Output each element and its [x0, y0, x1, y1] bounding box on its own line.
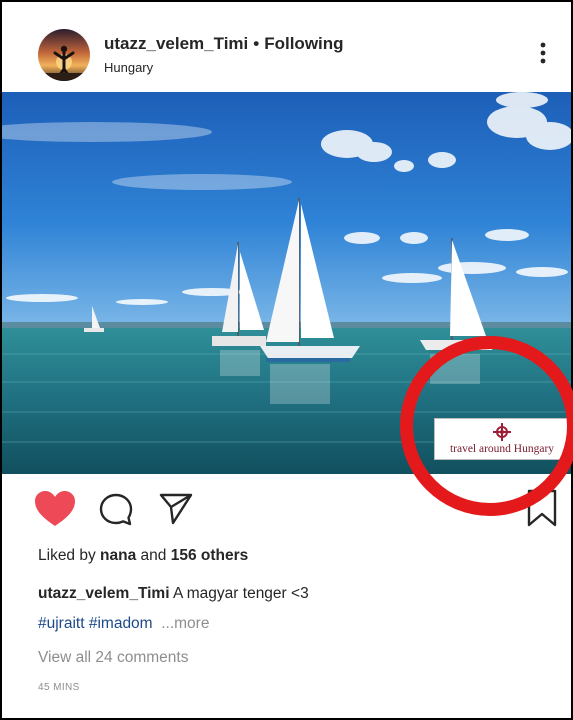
post-header: utazz_velem_Timi • Following Hungary: [2, 2, 571, 92]
more-caption-link[interactable]: ...more: [161, 615, 209, 632]
view-comments-link[interactable]: View all 24 comments: [38, 649, 188, 667]
likes-summary: Liked by nana and 156 others: [38, 547, 248, 565]
watermark-logo: travel around Hungary: [434, 418, 570, 460]
liked-prefix: Liked by: [38, 547, 96, 564]
bookmark-icon[interactable]: [526, 488, 558, 528]
sailboat-photo: [2, 92, 571, 474]
avatar[interactable]: [38, 29, 90, 81]
caption-author[interactable]: utazz_velem_Timi: [38, 585, 170, 602]
post-author-line: utazz_velem_Timi • Following: [104, 34, 344, 54]
post-caption: utazz_velem_Timi A magyar tenger <3: [38, 585, 309, 603]
send-icon[interactable]: [158, 490, 194, 526]
post-location[interactable]: Hungary: [104, 60, 153, 75]
separator-dot: •: [253, 34, 260, 53]
instagram-post: utazz_velem_Timi • Following Hungary tra…: [0, 0, 573, 720]
heart-icon[interactable]: [34, 490, 76, 528]
hashtags-line: #ujraitt #imadom ...more: [38, 615, 209, 633]
caption-text: A magyar tenger <3: [172, 585, 309, 602]
comment-icon[interactable]: [98, 492, 134, 528]
more-options-icon[interactable]: [538, 40, 548, 66]
author-username[interactable]: utazz_velem_Timi: [104, 34, 248, 53]
liked-user[interactable]: nana: [100, 547, 136, 564]
watermark-text: travel around Hungary: [449, 443, 555, 455]
follow-status[interactable]: Following: [264, 34, 343, 53]
compass-logo-icon: [493, 423, 511, 441]
hashtag-imadom[interactable]: #imadom: [89, 615, 153, 632]
post-timestamp: 45 MINS: [38, 682, 80, 693]
post-image[interactable]: travel around Hungary: [2, 92, 571, 474]
hashtag-ujraitt[interactable]: #ujraitt: [38, 615, 85, 632]
liked-others[interactable]: 156 others: [171, 547, 249, 564]
liked-joiner: and: [140, 547, 167, 564]
action-bar: [2, 474, 571, 544]
